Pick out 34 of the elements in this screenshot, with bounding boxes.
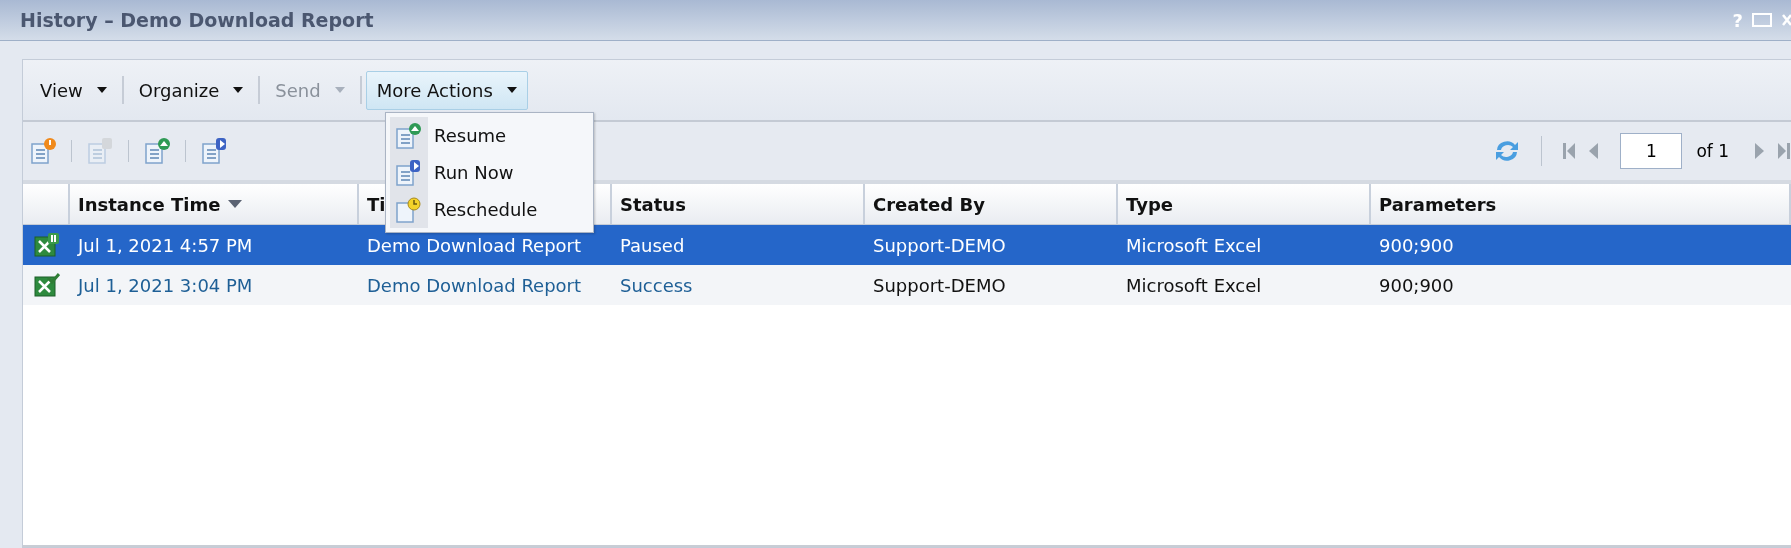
caret-icon (334, 87, 345, 93)
caret-icon (96, 87, 107, 93)
page-count: of 1 (1696, 141, 1729, 161)
table-cell-text: Demo Download Report (366, 273, 583, 298)
table-cell-text: Jul 1, 2021 3:04 PM (76, 273, 254, 298)
window-title: History – Demo Download Report (20, 9, 374, 31)
page-number-field[interactable]: 1 (1620, 133, 1683, 169)
last-page-icon[interactable] (1777, 142, 1791, 160)
maximize-icon[interactable] (1751, 12, 1773, 28)
menu-item[interactable]: Resume (386, 117, 593, 154)
close-icon[interactable] (1781, 12, 1791, 28)
table-row[interactable]: Jul 1, 2021 3:04 PM Demo Download Report Success Support-DEMO Microsoft Excel 900;900 (23, 265, 1791, 305)
table-cell-text: 900;900 (1378, 273, 1455, 298)
menu-button[interactable]: View (29, 70, 118, 110)
table-cell-text: Support-DEMO (872, 273, 1007, 298)
menu-button[interactable]: Organize (127, 70, 255, 110)
caret-icon (233, 87, 244, 93)
table-cell-text: Demo Download Report (366, 233, 583, 258)
first-page-icon[interactable] (1562, 142, 1577, 160)
menu-item[interactable]: Run Now (386, 154, 593, 191)
table-cell-text: Microsoft Excel (1125, 273, 1263, 298)
document-run-icon[interactable] (200, 137, 228, 165)
document-alert-icon[interactable] (29, 137, 57, 165)
table-cell-text: Jul 1, 2021 4:57 PM (76, 233, 254, 258)
table-row[interactable]: Jul 1, 2021 4:57 PM Demo Download Report Paused Support-DEMO Microsoft Excel 900;900 (23, 225, 1791, 265)
table-cell-text: Success (619, 273, 694, 298)
menu-button[interactable]: More Actions (365, 70, 528, 110)
table-cell-text: Paused (619, 233, 686, 258)
table-cell-text: Support-DEMO (872, 233, 1007, 258)
caret-icon (506, 87, 517, 93)
table-cell-text: 900;900 (1378, 233, 1455, 258)
table-cell-text: Microsoft Excel (1125, 233, 1263, 258)
document-resume-icon[interactable] (143, 137, 171, 165)
menu-item[interactable]: Reschedule (386, 191, 593, 228)
